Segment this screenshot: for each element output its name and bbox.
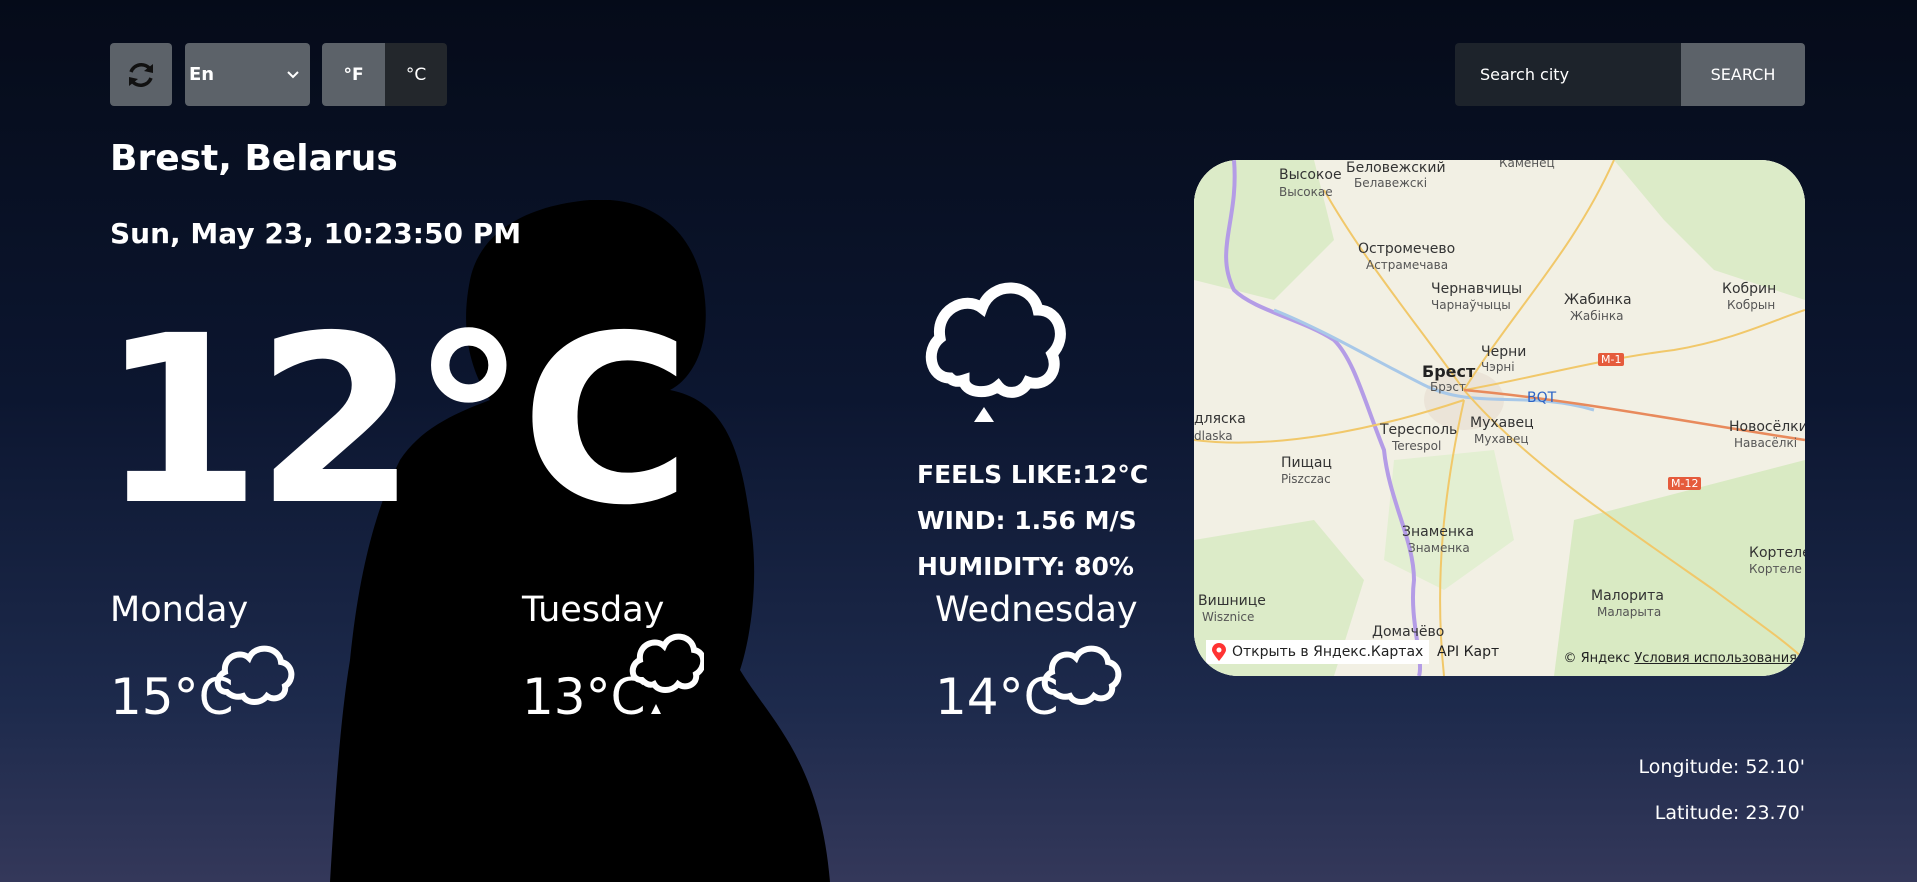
city-title: Brest, Belarus <box>110 138 398 179</box>
map-label: Навасёлкі <box>1734 436 1798 450</box>
map-label: Брэст <box>1430 380 1467 394</box>
search-button[interactable]: SEARCH <box>1681 43 1805 106</box>
map-label: Кортеле <box>1749 562 1802 576</box>
fahrenheit-button[interactable]: °F <box>322 43 385 106</box>
map-pin-icon <box>1212 643 1226 661</box>
forecast-day-2-name: Tuesday <box>522 590 665 630</box>
map-label: Чарнаўчыцы <box>1431 298 1511 312</box>
map-label: Кобрын <box>1727 298 1776 312</box>
map-label: Высокае <box>1279 185 1333 199</box>
cloud-icon <box>1041 645 1122 705</box>
map-label: BQT <box>1527 390 1557 406</box>
forecast-day-1-name: Monday <box>110 590 249 630</box>
search-city-input[interactable] <box>1455 43 1681 106</box>
map-api-link[interactable]: API Карт <box>1437 644 1499 660</box>
cloud-icon <box>629 633 704 714</box>
map-label: Чэрні <box>1481 360 1515 374</box>
map-label: Домачёво <box>1372 624 1445 640</box>
map-label: Чернавчицы <box>1431 281 1523 297</box>
chevron-down-icon <box>287 70 299 78</box>
longitude-text: Longitude: 52.10' <box>1638 756 1805 778</box>
latitude-text: Latitude: 23.70' <box>1654 802 1805 824</box>
feels-like-text: FEELS LIKE:12°C <box>917 460 1149 489</box>
current-temperature: 12°C <box>100 286 691 556</box>
map-label: dlaska <box>1194 429 1233 443</box>
map-label: Мухавец <box>1474 432 1529 446</box>
map-label: Высокое <box>1279 167 1342 183</box>
cloud-icon <box>925 282 1066 422</box>
current-datetime: Sun, May 23, 10:23:50 PM <box>110 217 522 250</box>
map-label: Piszczac <box>1281 472 1331 486</box>
map-terms-link[interactable]: Условия использования <box>1634 651 1797 666</box>
refresh-icon <box>129 62 153 87</box>
language-select-value: En <box>189 64 215 85</box>
map-label: Кобрин <box>1722 281 1777 297</box>
map-widget[interactable]: Высокое Высокае Беловежский Белавежскі К… <box>1194 160 1805 676</box>
map-label: Terespol <box>1392 439 1442 453</box>
map-label: Брест <box>1422 362 1476 381</box>
map-label: Малорита <box>1591 588 1664 604</box>
map-label: Маларыта <box>1597 605 1662 619</box>
open-in-yandex-maps-link[interactable]: Открыть в Яндекс.Картах <box>1206 640 1430 664</box>
map-label: дляска <box>1194 411 1246 427</box>
celsius-button[interactable]: °C <box>385 43 447 106</box>
map-label: Беловежский <box>1346 160 1446 176</box>
map-label: Знаменка <box>1408 541 1470 555</box>
map-label: Черни <box>1481 344 1527 360</box>
map-label: Жабинка <box>1564 292 1632 308</box>
map-label: Пищац <box>1281 455 1332 471</box>
map-copyright-text: © Яндекс <box>1563 651 1631 666</box>
map-label: Белавежскі <box>1354 176 1428 190</box>
map-label: M-12 <box>1668 477 1702 490</box>
map-label: Жабінка <box>1570 309 1624 323</box>
map-label: Мухавец <box>1470 415 1534 431</box>
map-label: Остромечево <box>1358 241 1456 257</box>
forecast-day-3-name: Wednesday <box>935 590 1138 630</box>
map-label: Кортеле <box>1749 545 1805 561</box>
map-label: Каменец <box>1499 160 1555 170</box>
map-label: Wisznice <box>1202 610 1255 624</box>
wind-text: WIND: 1.56 M/S <box>917 506 1137 535</box>
map-label: M-1 <box>1598 353 1625 366</box>
map-copyright: © Яндекс Условия использования <box>1564 651 1797 666</box>
weather-details: FEELS LIKE:12°C WIND: 1.56 M/S HUMIDITY:… <box>917 452 1148 590</box>
map-label: Астрамечава <box>1366 258 1449 272</box>
refresh-button[interactable] <box>110 43 172 106</box>
map-label: Знаменка <box>1402 524 1475 540</box>
map-label: Новосёлки <box>1729 419 1805 435</box>
cloud-icon <box>214 645 295 705</box>
language-select[interactable]: En <box>185 43 310 106</box>
map-label: Вишнице <box>1198 593 1266 609</box>
map-label: Тересполь <box>1380 422 1458 438</box>
humidity-text: HUMIDITY: 80% <box>917 552 1134 581</box>
open-in-yandex-maps-label: Открыть в Яндекс.Картах <box>1232 644 1424 660</box>
forecast-day-2-temp: 13°C <box>522 668 646 726</box>
